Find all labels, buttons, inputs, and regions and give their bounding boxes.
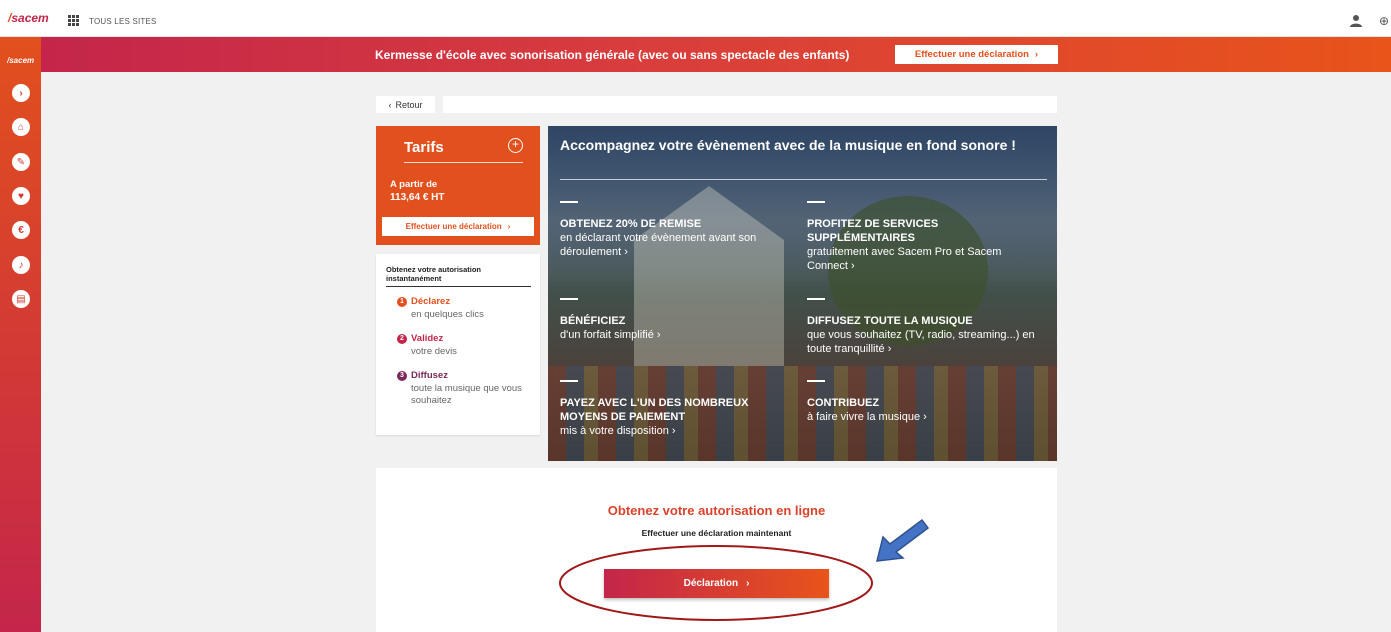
feature-link[interactable]: que vous souhaitez (TV, radio, streaming… (807, 328, 1037, 356)
feature-contribuez: CONTRIBUEZ à faire vivre la musique › (807, 380, 1037, 424)
feature-paiement: PAYEZ AVEC L'UN DES NOMBREUX MOYENS DE P… (560, 380, 790, 438)
step-title: Déclarez (411, 296, 451, 307)
tarifs-title: Tarifs (404, 139, 444, 156)
chevron-right-icon[interactable]: › (12, 84, 30, 102)
steps-card: Obtenez votre autorisation instantanémen… (376, 254, 540, 435)
feature-forfait: BÉNÉFICIEZ d'un forfait simplifié › (560, 298, 790, 342)
step-number-icon: 3 (397, 371, 407, 381)
euro-icon[interactable]: € (12, 221, 30, 239)
step-title: Validez (411, 333, 444, 344)
globe-icon[interactable]: ⊕ (1379, 15, 1389, 27)
feature-title: OBTENEZ 20% DE REMISE (560, 218, 702, 230)
divider (404, 162, 523, 163)
event-banner: Kermesse d'école avec sonorisation génér… (41, 37, 1391, 72)
feature-title: BÉNÉFICIEZ (560, 315, 626, 327)
chevron-right-icon: › (1034, 49, 1039, 60)
feature-remise: OBTENEZ 20% DE REMISE en déclarant votre… (560, 201, 790, 259)
event-title: Kermesse d'école avec sonorisation génér… (375, 48, 850, 62)
table-icon[interactable]: ▤ (12, 290, 30, 308)
tarifs-declaration-button[interactable]: Effectuer une déclaration › (382, 217, 534, 236)
steps-heading: Obtenez votre autorisation instantanémen… (386, 265, 531, 287)
cta-title: Obtenez votre autorisation en ligne (607, 503, 826, 518)
cta-card: Obtenez votre autorisation en ligne Effe… (376, 468, 1057, 632)
declaration-button[interactable]: Déclaration › (604, 569, 829, 598)
hero-title: Accompagnez votre évènement avec de la m… (560, 137, 1016, 153)
banner-declaration-button[interactable]: Effectuer une déclaration › (895, 45, 1058, 64)
breadcrumb (443, 96, 1057, 113)
back-button[interactable]: ‹ Retour (376, 96, 435, 113)
price-value: 113,64 € HT (390, 192, 445, 203)
step-desc: en quelques clics (411, 309, 484, 320)
feature-link[interactable]: d'un forfait simplifié › (560, 328, 790, 342)
feature-title: DIFFUSEZ TOUTE LA MUSIQUE (807, 315, 973, 327)
divider (560, 179, 1047, 180)
feature-title: PAYEZ AVEC L'UN DES NOMBREUX MOYENS DE P… (560, 397, 749, 423)
step-title: Diffusez (411, 370, 448, 381)
left-rail: /sacem › ⌂ ✎ ♥ € ♪ ▤ (0, 37, 41, 632)
dash (807, 201, 825, 203)
user-heart-icon[interactable]: ♥ (12, 187, 30, 205)
dash (560, 380, 578, 382)
plus-icon[interactable]: + (508, 138, 523, 153)
tarifs-card: Tarifs + A partir de 113,64 € HT Effectu… (376, 126, 540, 245)
dash (807, 380, 825, 382)
back-label: Retour (395, 99, 423, 110)
feature-diffusez: DIFFUSEZ TOUTE LA MUSIQUE que vous souha… (807, 298, 1037, 356)
feature-title: PROFITEZ DE SERVICES SUPPLÉMENTAIRES (807, 218, 939, 244)
sacem-logo[interactable]: /sacem (8, 11, 49, 25)
step-number-icon: 1 (397, 297, 407, 307)
feature-link[interactable]: en déclarant votre évènement avant son d… (560, 231, 790, 259)
dash (560, 298, 578, 300)
feature-title: CONTRIBUEZ (807, 397, 880, 409)
banner-button-label: Effectuer une déclaration (914, 49, 1029, 60)
user-icon[interactable] (1349, 14, 1363, 28)
chevron-right-icon: › (507, 222, 511, 231)
rail-logo: /sacem (7, 56, 35, 65)
pencil-icon[interactable]: ✎ (12, 153, 30, 171)
dash (560, 201, 578, 203)
feature-link[interactable]: gratuitement avec Sacem Pro et Sacem Con… (807, 245, 1037, 273)
feature-link[interactable]: mis à votre disposition › (560, 424, 790, 438)
chevron-right-icon: › (746, 578, 750, 589)
cta-subtitle: Effectuer une déclaration maintenant (641, 528, 792, 538)
top-bar: /sacem TOUS LES SITES ⊕ (0, 0, 1391, 37)
all-sites-link[interactable]: TOUS LES SITES (89, 17, 157, 26)
guitar-icon[interactable]: ♪ (12, 256, 30, 274)
feature-services: PROFITEZ DE SERVICES SUPPLÉMENTAIRES gra… (807, 201, 1037, 273)
declaration-button-label: Déclaration (683, 578, 739, 589)
home-icon[interactable]: ⌂ (12, 118, 30, 136)
grid-icon[interactable] (68, 15, 79, 26)
chevron-left-icon: ‹ (388, 99, 392, 110)
step-number-icon: 2 (397, 334, 407, 344)
step-desc: votre devis (411, 346, 457, 357)
dash (807, 298, 825, 300)
price-from-label: A partir de (390, 179, 438, 190)
tarifs-button-label: Effectuer une déclaration (405, 222, 502, 231)
feature-link[interactable]: à faire vivre la musique › (807, 410, 1037, 424)
step-desc: toute la musique que vous souhaitez (411, 383, 522, 406)
hero-panel: Accompagnez votre évènement avec de la m… (548, 126, 1057, 461)
